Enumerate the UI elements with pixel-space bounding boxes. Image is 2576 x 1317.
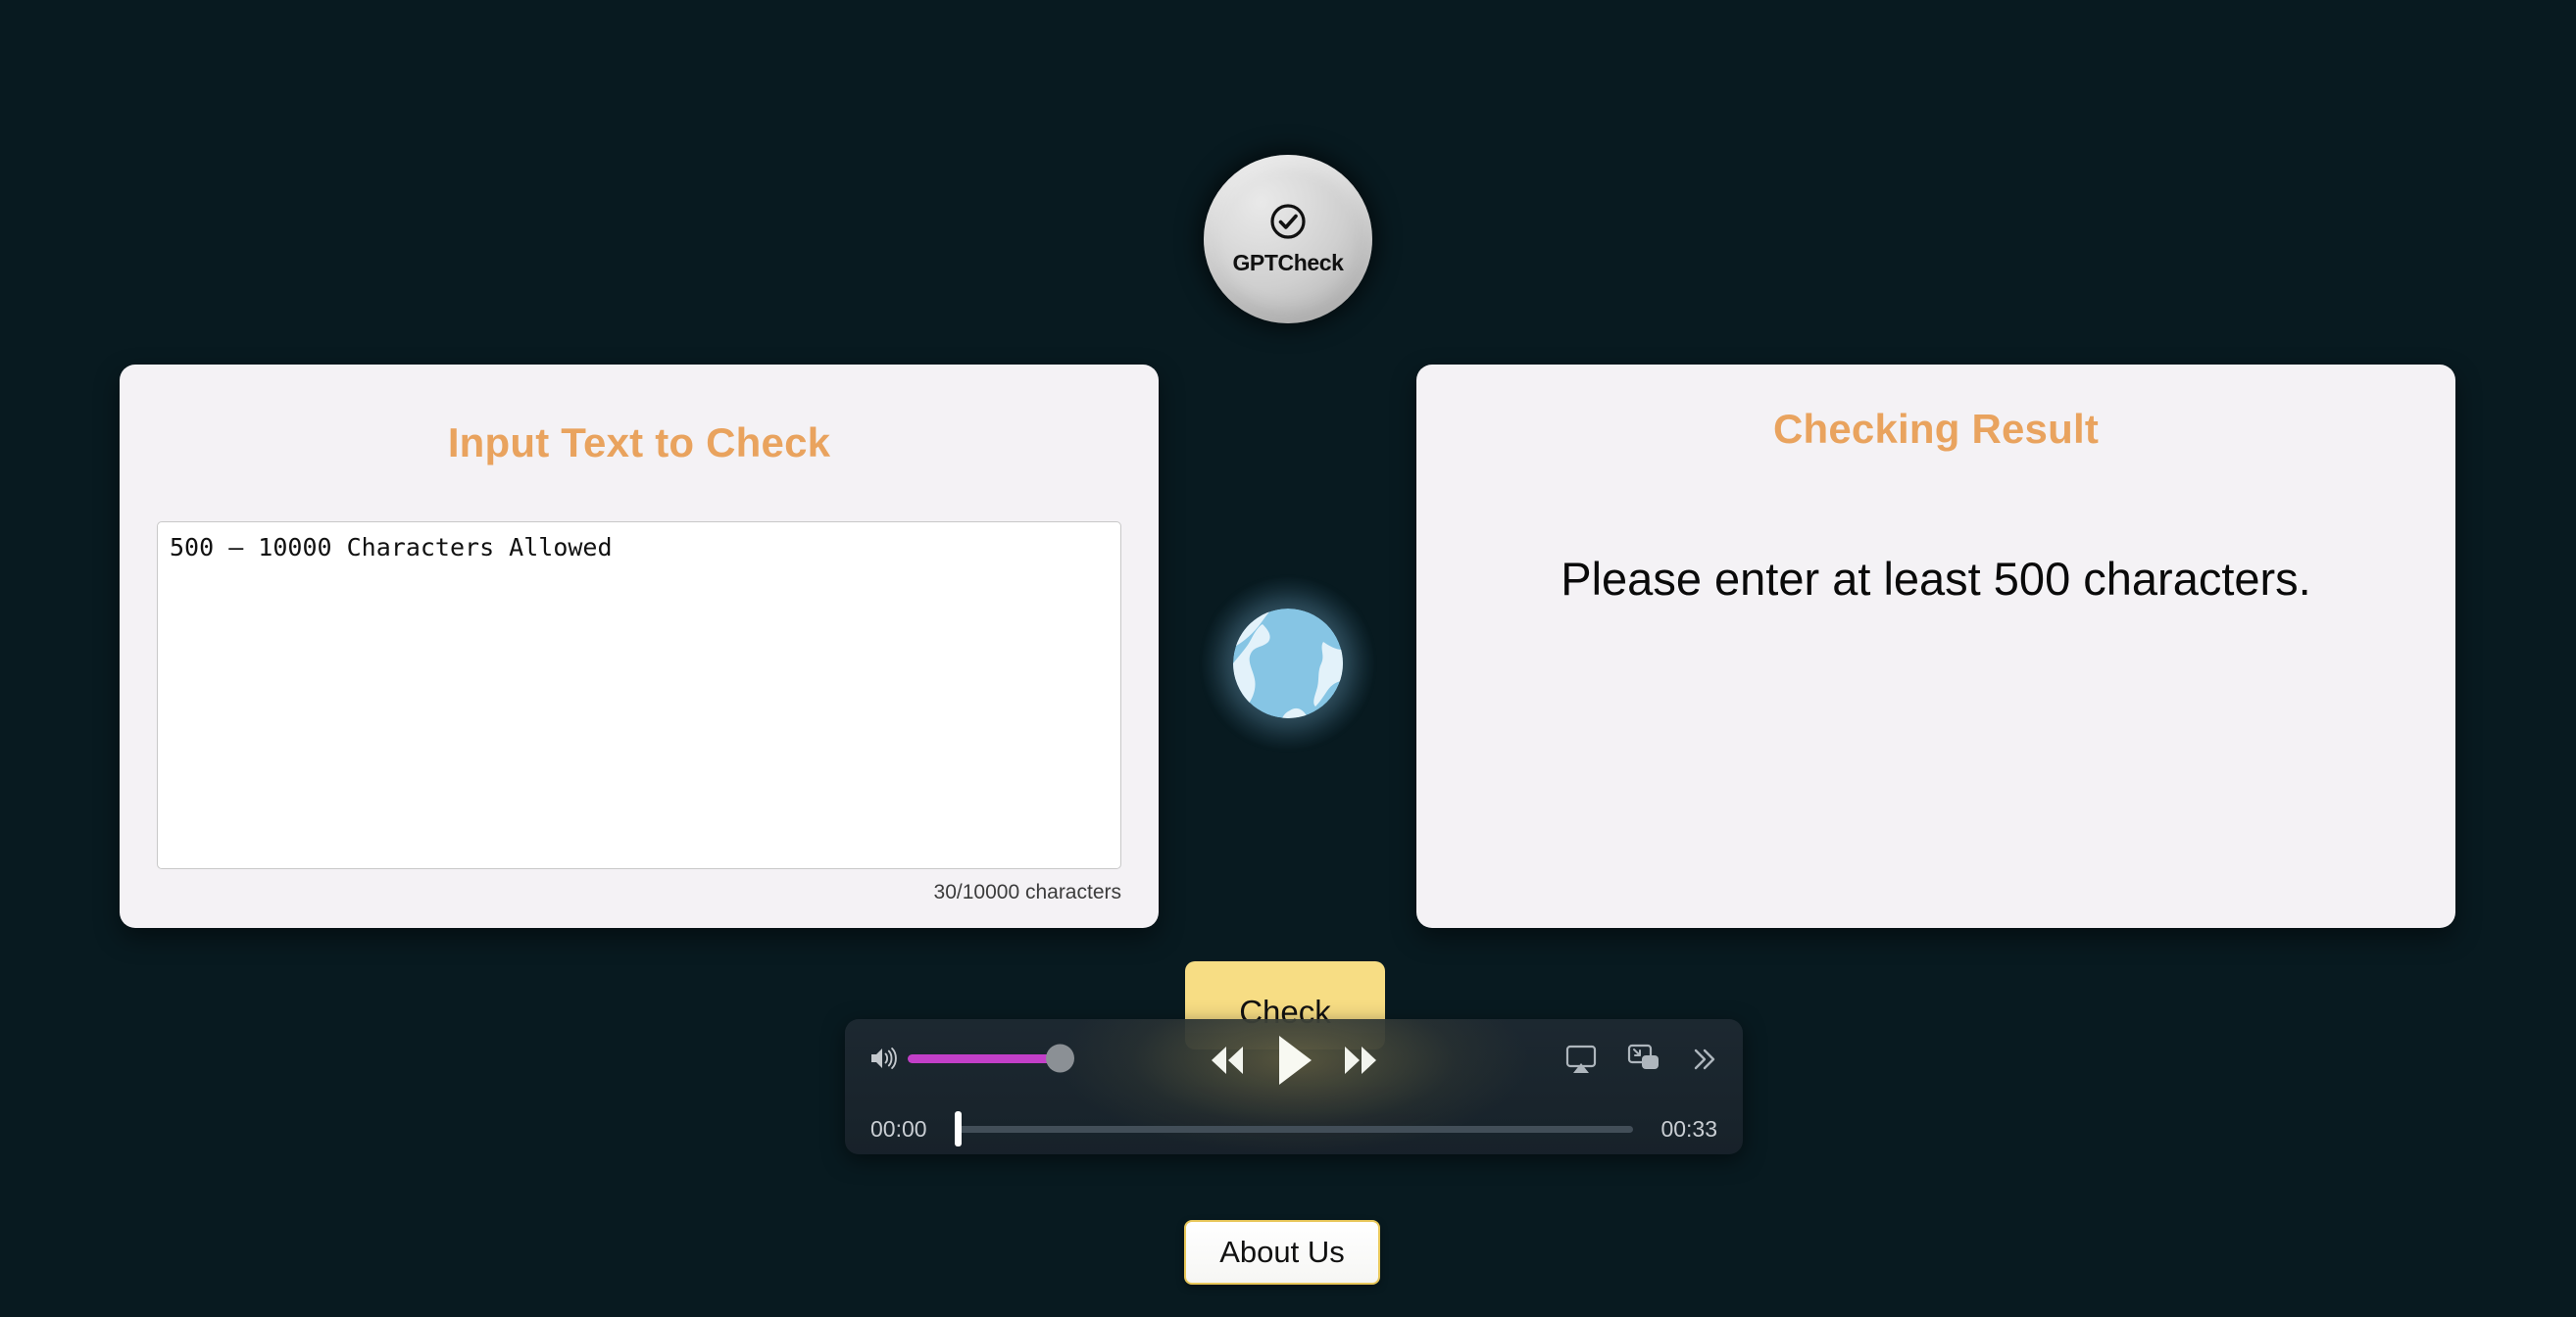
input-panel: Input Text to Check 30/10000 characters: [120, 365, 1159, 928]
result-panel: Checking Result Please enter at least 50…: [1416, 365, 2455, 928]
total-time-label: 00:33: [1660, 1115, 1717, 1142]
player-right-icons: [1564, 1044, 1719, 1075]
globe-icon: [1233, 609, 1343, 718]
rewind-icon[interactable]: [1207, 1043, 1248, 1078]
globe-decoration: [1202, 577, 1374, 750]
volume-slider-knob[interactable]: [1046, 1044, 1074, 1073]
chevron-double-right-icon[interactable]: [1690, 1045, 1719, 1074]
fast-forward-icon[interactable]: [1340, 1043, 1381, 1078]
progress-bar[interactable]: [955, 1111, 1633, 1146]
picture-in-picture-icon[interactable]: [1627, 1044, 1660, 1075]
result-panel-title: Checking Result: [1772, 406, 2100, 452]
player-progress-row: 00:00 00:33: [845, 1103, 1743, 1154]
input-panel-title: Input Text to Check: [447, 419, 831, 465]
progress-track[interactable]: [955, 1125, 1633, 1133]
volume-slider-track[interactable]: [908, 1044, 1074, 1073]
app-logo-badge[interactable]: GPTCheck: [1204, 155, 1372, 323]
airplay-icon[interactable]: [1564, 1044, 1598, 1075]
check-circle-icon: [1268, 202, 1308, 246]
speaker-volume-icon[interactable]: [868, 1046, 898, 1071]
current-time-label: 00:00: [870, 1115, 927, 1142]
about-us-button[interactable]: About Us: [1184, 1220, 1380, 1285]
volume-control[interactable]: [868, 1044, 1074, 1073]
progress-playhead[interactable]: [955, 1111, 962, 1146]
character-counter: 30/10000 characters: [933, 881, 1121, 903]
text-input-textarea[interactable]: [157, 521, 1121, 869]
app-logo-text: GPTCheck: [1232, 250, 1344, 275]
media-player: 00:00 00:33: [845, 1019, 1743, 1154]
transport-controls: [1207, 1033, 1381, 1088]
result-message: Please enter at least 500 characters.: [1560, 553, 2311, 605]
play-icon[interactable]: [1273, 1033, 1314, 1088]
